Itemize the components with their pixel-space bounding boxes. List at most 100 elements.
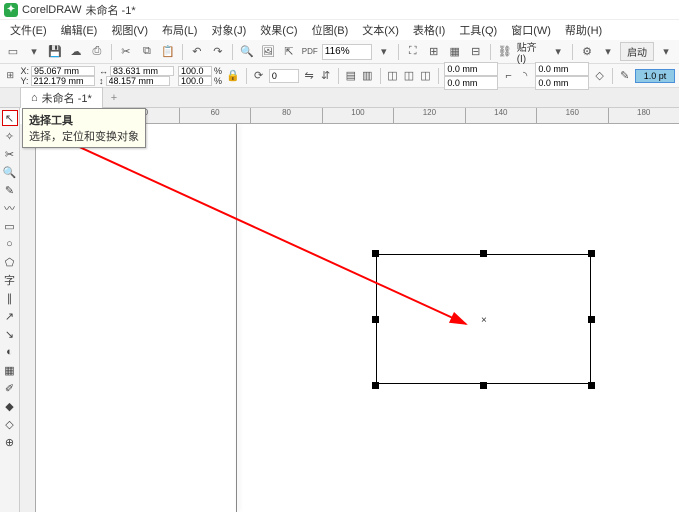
undo-icon[interactable]: ↶	[188, 43, 206, 61]
height-input[interactable]	[106, 76, 170, 86]
image-icon[interactable]: 🖼	[259, 43, 277, 61]
document-tab[interactable]: ⌂ 未命名 -1*	[20, 87, 103, 108]
rulers-icon[interactable]: ⊞	[425, 43, 443, 61]
pick-tool[interactable]: ↖	[2, 110, 18, 126]
lock-ratio-icon[interactable]: 🔒	[226, 67, 240, 85]
align-icon[interactable]: ▤	[345, 67, 357, 85]
effects-tool[interactable]: ◐	[2, 344, 18, 360]
offset2-x-input[interactable]	[535, 62, 589, 76]
dropdown-icon[interactable]: ▾	[657, 43, 675, 61]
vertical-ruler[interactable]	[20, 124, 36, 512]
paste-icon[interactable]: 📋	[159, 43, 177, 61]
rotate-icon[interactable]: ⟳	[252, 67, 264, 85]
resize-handle-w[interactable]	[372, 316, 379, 323]
menu-view[interactable]: 视图(V)	[105, 20, 154, 40]
menu-bitmap[interactable]: 位图(B)	[306, 20, 355, 40]
open-icon[interactable]: ▾	[25, 43, 43, 61]
scale-y-input[interactable]	[178, 76, 212, 86]
offset-y-input[interactable]	[444, 76, 498, 90]
menu-file[interactable]: 文件(E)	[4, 20, 53, 40]
offset2-y-input[interactable]	[535, 76, 589, 90]
menu-edit[interactable]: 编辑(E)	[55, 20, 104, 40]
corner2-icon[interactable]: ◝	[519, 67, 531, 85]
mirror-h-icon[interactable]: ⇋	[303, 67, 315, 85]
shape-tool[interactable]: ✧	[2, 128, 18, 144]
transparency-tool[interactable]: ▦	[2, 362, 18, 378]
zoom-input[interactable]	[322, 44, 372, 60]
width-input[interactable]	[110, 66, 174, 76]
menu-text[interactable]: 文本(X)	[356, 20, 405, 40]
cut-icon[interactable]: ✂	[117, 43, 135, 61]
menu-layout[interactable]: 布局(L)	[156, 20, 203, 40]
y-input[interactable]	[31, 76, 95, 86]
convert-icon[interactable]: ◇	[593, 67, 605, 85]
connector-tool[interactable]: ↘	[2, 326, 18, 342]
search-icon[interactable]: 🔍	[238, 43, 256, 61]
dropdown-icon[interactable]: ▾	[549, 43, 567, 61]
rectangle-tool[interactable]: ▭	[2, 218, 18, 234]
x-input[interactable]	[31, 66, 95, 76]
guides-icon[interactable]: ⊟	[467, 43, 485, 61]
wrap-icon[interactable]: ◫	[386, 67, 398, 85]
resize-handle-e[interactable]	[588, 316, 595, 323]
dimension-tool[interactable]: ↗	[2, 308, 18, 324]
rotation-input[interactable]	[269, 69, 299, 83]
pdf-icon[interactable]: PDF	[301, 43, 319, 61]
doc-title: 未命名 -1*	[86, 2, 136, 18]
snap-icon[interactable]: ⛓	[496, 43, 514, 61]
outline-icon[interactable]: ✎	[618, 67, 630, 85]
export-icon[interactable]: ⇱	[280, 43, 298, 61]
app-title: CorelDRAW	[22, 4, 82, 16]
launch-button[interactable]: 启动	[620, 42, 654, 61]
menu-window[interactable]: 窗口(W)	[505, 20, 557, 40]
preset-icon[interactable]: ⊞	[4, 67, 16, 85]
resize-handle-n[interactable]	[480, 250, 487, 257]
resize-handle-s[interactable]	[480, 382, 487, 389]
menu-help[interactable]: 帮助(H)	[559, 20, 608, 40]
cloud-icon[interactable]: ☁	[67, 43, 85, 61]
mirror-v-icon[interactable]: ⇵	[319, 67, 331, 85]
new-tab-button[interactable]: +	[103, 90, 125, 106]
order-icon[interactable]: ▥	[361, 67, 373, 85]
menu-table[interactable]: 表格(I)	[407, 20, 451, 40]
wrap2-icon[interactable]: ◫	[403, 67, 415, 85]
redo-icon[interactable]: ↷	[209, 43, 227, 61]
freehand-tool[interactable]: ✎	[2, 182, 18, 198]
ruler-tick: 160	[536, 108, 607, 123]
artistic-tool[interactable]: 〰	[2, 200, 18, 216]
resize-handle-ne[interactable]	[588, 250, 595, 257]
text-tool[interactable]: 字	[2, 272, 18, 288]
copy-icon[interactable]: ⧉	[138, 43, 156, 61]
corner-icon[interactable]: ⌐	[502, 67, 514, 85]
more-tool[interactable]: ⊕	[2, 434, 18, 450]
scale-x-input[interactable]	[178, 66, 212, 76]
new-icon[interactable]: ▭	[4, 43, 22, 61]
resize-handle-se[interactable]	[588, 382, 595, 389]
save-icon[interactable]: 💾	[46, 43, 64, 61]
offset-x-input[interactable]	[444, 62, 498, 76]
canvas[interactable]: ×	[36, 124, 679, 512]
outline-tool[interactable]: ◇	[2, 416, 18, 432]
resize-handle-nw[interactable]	[372, 250, 379, 257]
polygon-tool[interactable]: ⬠	[2, 254, 18, 270]
outline-width-input[interactable]	[635, 69, 675, 83]
selected-rectangle[interactable]: ×	[376, 254, 591, 384]
grid-icon[interactable]: ▦	[446, 43, 464, 61]
fill-tool[interactable]: ◆	[2, 398, 18, 414]
wrap3-icon[interactable]: ◫	[419, 67, 431, 85]
crop-tool[interactable]: ✂	[2, 146, 18, 162]
dropdown-icon[interactable]: ▾	[599, 43, 617, 61]
dropdown-icon[interactable]: ▾	[375, 43, 393, 61]
ruler-tick: 60	[179, 108, 250, 123]
zoom-tool[interactable]: 🔍	[2, 164, 18, 180]
menu-tools[interactable]: 工具(Q)	[453, 20, 503, 40]
options-icon[interactable]: ⚙	[578, 43, 596, 61]
parallel-tool[interactable]: ∥	[2, 290, 18, 306]
menu-object[interactable]: 对象(J)	[205, 20, 252, 40]
menu-effect[interactable]: 效果(C)	[254, 20, 303, 40]
print-icon[interactable]: ⎙	[88, 43, 106, 61]
resize-handle-sw[interactable]	[372, 382, 379, 389]
fullscreen-icon[interactable]: ⛶	[404, 43, 422, 61]
ellipse-tool[interactable]: ○	[2, 236, 18, 252]
eyedropper-tool[interactable]: ✐	[2, 380, 18, 396]
